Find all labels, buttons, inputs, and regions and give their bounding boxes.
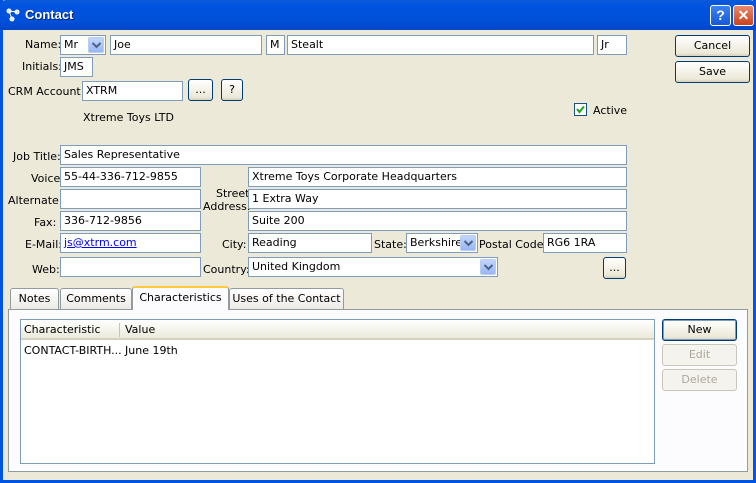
tab-characteristics[interactable]: Characteristics: [132, 286, 229, 310]
characteristics-table[interactable]: Characteristic Value CONTACT-BIRTH... Ju…: [20, 319, 655, 464]
column-header-value[interactable]: Value: [125, 323, 155, 336]
close-button[interactable]: ✕: [733, 5, 754, 26]
web-label: Web:: [32, 263, 60, 276]
help-button[interactable]: ?: [710, 5, 731, 26]
window-title: Contact: [25, 7, 74, 22]
crm-search-button[interactable]: ...: [188, 79, 213, 101]
job-title-field[interactable]: Sales Representative: [60, 145, 627, 165]
address-line1-field[interactable]: Xtreme Toys Corporate Headquarters: [248, 167, 627, 187]
middle-name-field[interactable]: M: [266, 35, 285, 55]
address-lookup-button[interactable]: ...: [603, 257, 626, 279]
edit-button[interactable]: Edit: [662, 344, 737, 366]
state-value: Berkshire: [410, 236, 463, 249]
alternate-label: Alternate:: [8, 194, 63, 207]
active-checkbox[interactable]: [574, 103, 587, 116]
chevron-down-icon[interactable]: [460, 235, 476, 251]
column-header-characteristic[interactable]: Characteristic: [24, 323, 101, 336]
crm-account-description: Xtreme Toys LTD: [83, 111, 174, 124]
delete-button[interactable]: Delete: [662, 369, 737, 391]
tab-comments[interactable]: Comments: [60, 288, 132, 309]
new-button[interactable]: New: [662, 319, 737, 341]
email-label: E-Mail:: [25, 238, 62, 251]
web-field[interactable]: [60, 257, 201, 277]
initials-label: Initials:: [22, 60, 62, 73]
email-field[interactable]: js@xtrm.com: [60, 233, 201, 253]
country-select[interactable]: United Kingdom: [248, 257, 498, 277]
table-row[interactable]: CONTACT-BIRTH... June 19th: [21, 342, 654, 359]
initials-field[interactable]: JMS: [60, 57, 93, 77]
table-header: Characteristic Value: [21, 320, 654, 340]
cancel-button[interactable]: Cancel: [675, 35, 750, 57]
crm-account-label: CRM Account:: [8, 85, 85, 98]
country-label: Country:: [203, 263, 250, 276]
address-line3-field[interactable]: Suite 200: [248, 211, 627, 231]
crm-account-field[interactable]: XTRM: [82, 81, 183, 101]
checkmark-icon: [576, 105, 585, 114]
address-label: Address:: [203, 200, 251, 213]
city-label: City:: [222, 238, 247, 251]
city-field[interactable]: Reading: [248, 233, 372, 253]
honorific-value: Mr: [64, 38, 79, 51]
last-name-field[interactable]: Stealt: [287, 35, 594, 55]
chevron-down-icon[interactable]: [480, 259, 496, 275]
address-line2-field[interactable]: 1 Extra Way: [248, 189, 627, 209]
postal-code-label: Postal Code:: [479, 238, 548, 251]
job-title-label: Job Title:: [13, 150, 61, 163]
active-label: Active: [593, 104, 628, 117]
fax-label: Fax:: [34, 216, 57, 229]
crm-info-button[interactable]: ?: [221, 79, 243, 101]
first-name-field[interactable]: Joe: [110, 35, 262, 55]
name-label: Name:: [25, 38, 62, 51]
email-link[interactable]: js@xtrm.com: [64, 236, 137, 249]
chevron-down-icon[interactable]: [88, 37, 104, 53]
postal-code-field[interactable]: RG6 1RA: [543, 233, 627, 253]
title-bar[interactable]: Contact ? ✕: [0, 0, 756, 30]
suffix-field[interactable]: Jr: [597, 35, 627, 55]
value-cell: June 19th: [125, 344, 178, 357]
column-divider[interactable]: [119, 323, 120, 337]
network-icon: [6, 8, 20, 22]
alternate-field[interactable]: [60, 189, 201, 209]
tab-uses-of-contact[interactable]: Uses of the Contact: [229, 288, 344, 309]
fax-field[interactable]: 336-712-9856: [60, 211, 201, 231]
street-label: Street: [216, 187, 250, 200]
honorific-select[interactable]: Mr: [60, 35, 106, 55]
tab-notes[interactable]: Notes: [10, 288, 59, 309]
save-button[interactable]: Save: [675, 61, 750, 83]
country-value: United Kingdom: [252, 260, 341, 273]
state-select[interactable]: Berkshire: [406, 233, 478, 253]
characteristic-cell: CONTACT-BIRTH...: [24, 344, 122, 357]
voice-field[interactable]: 55-44-336-712-9855: [60, 167, 201, 187]
state-label: State:: [374, 238, 407, 251]
